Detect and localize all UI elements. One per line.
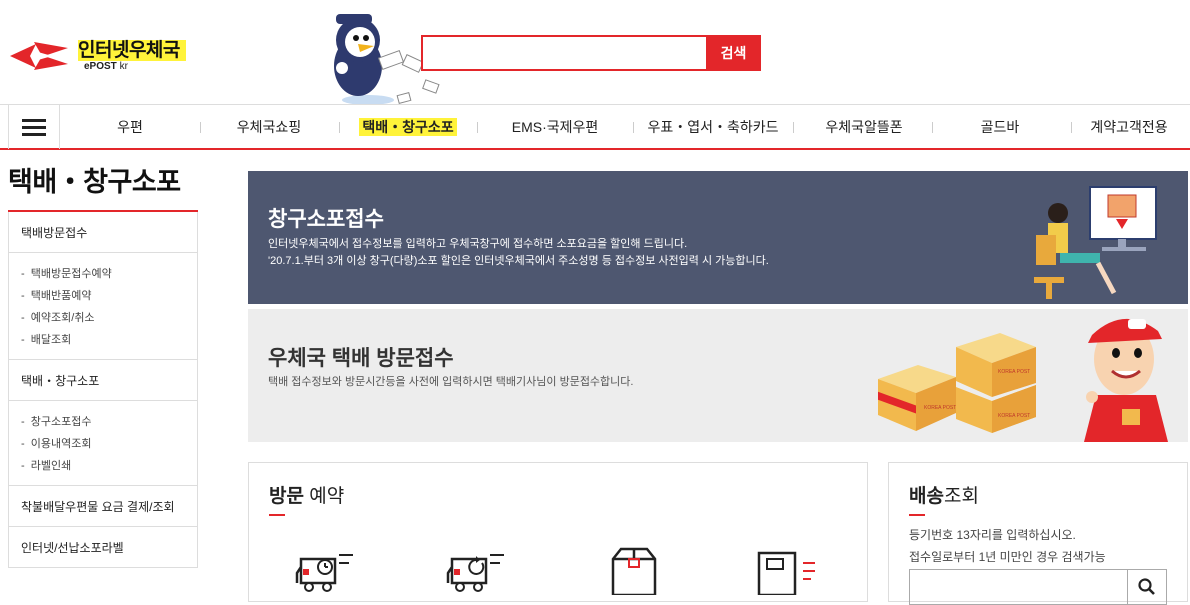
logo-title: 인터넷우체국	[78, 39, 186, 61]
nav-item-mail[interactable]: 우편	[100, 105, 160, 149]
sidebar-subitem[interactable]: - 택배반품예약	[21, 285, 197, 307]
search-input[interactable]	[421, 35, 706, 71]
sidebar-item-counter-parcel[interactable]: 택배・창구소포	[9, 360, 197, 401]
banner-title: 창구소포접수	[268, 208, 384, 231]
logo-text: 인터넷우체국 ePOST kr	[78, 39, 186, 73]
search-icon	[1138, 578, 1155, 595]
sidebar-subitem[interactable]: - 창구소포접수	[21, 411, 197, 433]
site-header: 인터넷우체국 ePOST kr 검색	[0, 0, 1190, 105]
truck-clock-icon[interactable]	[295, 545, 365, 595]
search-button[interactable]: 검색	[706, 35, 761, 71]
sidebar-subitem[interactable]: - 예약조회/취소	[21, 307, 197, 329]
banner-title: 우체국 택배 방문접수	[268, 347, 454, 370]
sidebar-title: 택배・창구소포	[8, 150, 198, 212]
svg-text:KOREA POST: KOREA POST	[998, 413, 1030, 419]
tracking-search-button[interactable]	[1127, 569, 1167, 605]
computer-user-illustration	[1034, 186, 1157, 299]
all-menu-button[interactable]	[8, 105, 60, 149]
logo-subtitle: ePOST kr	[84, 60, 128, 72]
delivery-tracking-card: 배송조회 등기번호 13자리를 입력하십시오. 접수일로부터 1년 미만인 경우…	[888, 462, 1188, 605]
search-bar: 검색	[421, 35, 761, 71]
svg-text:KOREA POST: KOREA POST	[924, 405, 956, 411]
nav-item-contract[interactable]: 계약고객전용	[1084, 105, 1174, 149]
nav-item-goldbar[interactable]: 골드바	[970, 105, 1030, 149]
sidebar-submenu-visit: - 택배방문접수예약 - 택배반품예약 - 예약조회/취소 - 배달조회	[9, 253, 197, 360]
sidebar-item-prepaid-label[interactable]: 인터넷/선납소포라벨	[9, 527, 197, 568]
sidebar-item-visit-pickup[interactable]: 택배방문접수	[9, 212, 197, 253]
truck-return-icon[interactable]	[446, 545, 516, 595]
courier-boxes-illustration: KOREA POST KOREA POST KOREA POST	[878, 318, 1168, 442]
nav-item-shopping[interactable]: 우체국쇼핑	[224, 105, 314, 149]
sidebar: 택배・창구소포 택배방문접수 - 택배방문접수예약 - 택배반품예약 - 예약조…	[8, 150, 198, 594]
nav-item-ems[interactable]: EMS·국제우편	[500, 105, 610, 149]
sidebar-subitem[interactable]: - 배달조회	[21, 329, 197, 351]
sidebar-menu: 택배방문접수 - 택배방문접수예약 - 택배반품예약 - 예약조회/취소 - 배…	[8, 212, 198, 568]
sidebar-item-cod-payment[interactable]: 착불배달우편물 요금 결제/조회	[9, 486, 197, 527]
card-title: 배송조회	[909, 486, 979, 507]
hamburger-icon	[22, 118, 46, 122]
banner-description: 인터넷우체국에서 접수정보를 입력하고 우체국창구에 접수하면 소포요금을 할인…	[268, 238, 769, 267]
tracking-description: 등기번호 13자리를 입력하십시오. 접수일로부터 1년 미만인 경우 검색가능	[909, 528, 1106, 564]
counter-parcel-banner[interactable]: 창구소포접수 인터넷우체국에서 접수정보를 입력하고 우체국창구에 접수하면 소…	[248, 171, 1188, 304]
svg-text:KOREA POST: KOREA POST	[998, 369, 1030, 375]
box-icon[interactable]	[599, 545, 669, 595]
nav-item-stamps[interactable]: 우표・엽서・축하카드	[642, 105, 784, 149]
main-nav: 우편 우체국쇼핑 택배・창구소포 EMS·국제우편 우표・엽서・축하카드 우체국…	[0, 104, 1190, 150]
epost-logo[interactable]: 인터넷우체국 ePOST kr	[8, 36, 208, 76]
banner-description: 택배 접수정보와 방문시간등을 사전에 입력하시면 택배기사님이 방문접수합니다…	[268, 376, 634, 388]
sidebar-subitem[interactable]: - 라벨인쇄	[21, 455, 197, 477]
document-list-icon[interactable]	[749, 545, 819, 595]
sidebar-subitem[interactable]: - 이용내역조회	[21, 433, 197, 455]
logo-wing-icon	[10, 42, 68, 70]
sidebar-subitem[interactable]: - 택배방문접수예약	[21, 263, 197, 285]
card-title: 방문 예약	[269, 486, 345, 507]
nav-item-mobile[interactable]: 우체국알뜰폰	[815, 105, 913, 149]
sidebar-submenu-counter: - 창구소포접수 - 이용내역조회 - 라벨인쇄	[9, 401, 197, 486]
visit-pickup-banner[interactable]: 우체국 택배 방문접수 택배 접수정보와 방문시간등을 사전에 입력하시면 택배…	[248, 309, 1188, 442]
visit-reservation-card: 방문 예약	[248, 462, 868, 602]
nav-item-parcel[interactable]: 택배・창구소포	[352, 105, 464, 149]
